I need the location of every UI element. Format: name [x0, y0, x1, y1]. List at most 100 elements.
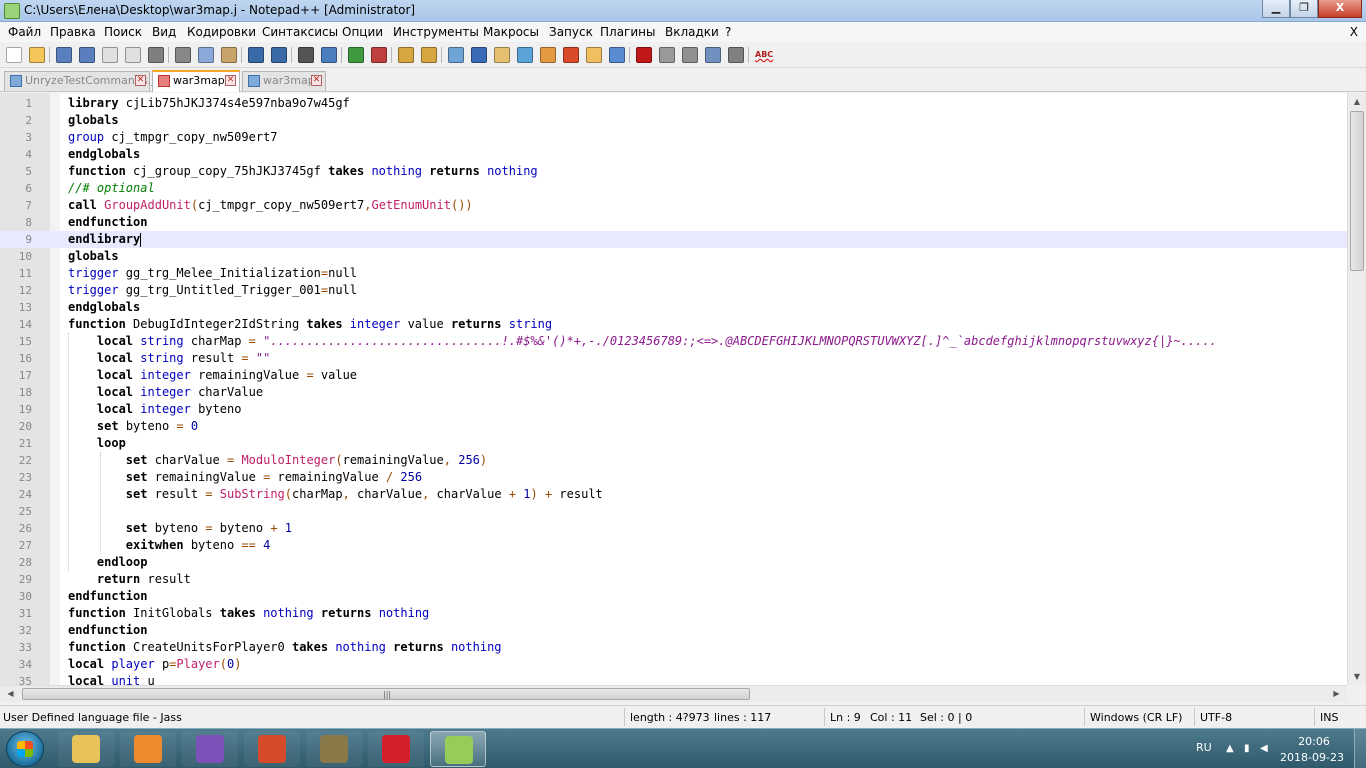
- undo-icon[interactable]: [248, 47, 264, 63]
- menu-tools[interactable]: Инструменты: [393, 25, 479, 39]
- taskbar-app[interactable]: [58, 731, 114, 767]
- scroll-right-icon[interactable]: ▶: [1328, 686, 1345, 703]
- scroll-down-icon[interactable]: ▼: [1348, 668, 1366, 685]
- code-line: 1 library cjLib75hJKJ374s4e597nba9o7w45gf: [0, 95, 1347, 112]
- file-saved-icon: [248, 75, 260, 87]
- stop-record-icon[interactable]: [659, 47, 675, 63]
- menu-settings[interactable]: Опции: [342, 25, 383, 39]
- toolbar-separator: [241, 47, 242, 63]
- scroll-up-icon[interactable]: ▲: [1348, 93, 1366, 110]
- close-document-button[interactable]: X: [1350, 25, 1358, 39]
- open-file-icon[interactable]: [29, 47, 45, 63]
- menu-macro[interactable]: Макросы: [483, 25, 539, 39]
- scroll-left-icon[interactable]: ◀: [2, 686, 19, 703]
- clock-date[interactable]: 2018-09-23: [1280, 751, 1344, 764]
- menu-search[interactable]: Поиск: [104, 25, 142, 39]
- code-token: takes: [291, 640, 329, 654]
- network-icon[interactable]: ▮: [1244, 743, 1256, 755]
- menu-run[interactable]: Запуск: [549, 25, 593, 39]
- start-button[interactable]: [6, 731, 44, 767]
- word-wrap-icon[interactable]: [448, 47, 464, 63]
- taskbar-app[interactable]: [182, 731, 238, 767]
- folder-workspace-icon[interactable]: [586, 47, 602, 63]
- zoom-out-icon[interactable]: [371, 47, 387, 63]
- zoom-in-icon[interactable]: [348, 47, 364, 63]
- code-token: 1: [523, 487, 531, 501]
- status-eol[interactable]: Windows (CR LF): [1090, 711, 1182, 724]
- show-desktop-button[interactable]: [1354, 729, 1366, 768]
- tab-close-icon[interactable]: ✕: [135, 75, 146, 86]
- code-text: trigger gg_trg_Untitled_Trigger_001=null: [68, 282, 357, 299]
- menu-encoding[interactable]: Кодировки: [187, 25, 256, 39]
- menu-help[interactable]: ?: [725, 25, 731, 39]
- horizontal-scrollbar[interactable]: ◀ ||| ▶: [0, 685, 1347, 702]
- vertical-scroll-thumb[interactable]: [1350, 111, 1364, 271]
- cut-icon[interactable]: [175, 47, 191, 63]
- code-token: set: [125, 470, 148, 484]
- user-lang-icon[interactable]: [517, 47, 533, 63]
- horizontal-scroll-thumb[interactable]: |||: [22, 688, 750, 700]
- monitoring-icon[interactable]: [609, 47, 625, 63]
- code-editor[interactable]: 1 library cjLib75hJKJ374s4e597nba9o7w45gf…: [0, 93, 1347, 685]
- redo-icon[interactable]: [271, 47, 287, 63]
- keyboard-language[interactable]: RU: [1196, 741, 1212, 754]
- tab-close-icon[interactable]: ✕: [225, 75, 236, 86]
- sync-horizontal-icon[interactable]: [421, 47, 437, 63]
- record-macro-icon[interactable]: [636, 47, 652, 63]
- save-all-icon[interactable]: [79, 47, 95, 63]
- close-all-icon[interactable]: [125, 47, 141, 63]
- taskbar-app[interactable]: [306, 731, 362, 767]
- taskbar-app[interactable]: [368, 731, 424, 767]
- line-number: 27: [18, 539, 32, 552]
- show-all-chars-icon[interactable]: [471, 47, 487, 63]
- show-hidden-icons-icon[interactable]: ▲: [1226, 743, 1238, 755]
- taskbar-app[interactable]: [244, 731, 300, 767]
- vertical-scrollbar[interactable]: ▲ ▼: [1347, 93, 1366, 685]
- copy-icon[interactable]: [198, 47, 214, 63]
- menu-plugins[interactable]: Плагины: [600, 25, 655, 39]
- menu-view[interactable]: Вид: [152, 25, 176, 39]
- run-multiple-macro-icon[interactable]: [705, 47, 721, 63]
- menu-syntax[interactable]: Синтаксисы: [262, 25, 338, 39]
- code-line: 13 endglobals: [0, 299, 1347, 316]
- doc-map-icon[interactable]: [540, 47, 556, 63]
- play-macro-icon[interactable]: [682, 47, 698, 63]
- new-file-icon[interactable]: [6, 47, 22, 63]
- status-divider: [1314, 708, 1315, 726]
- print-icon[interactable]: [148, 47, 164, 63]
- menu-edit[interactable]: Правка: [50, 25, 96, 39]
- sync-vertical-icon[interactable]: [398, 47, 414, 63]
- code-text: call GroupAddUnit(cj_tmpgr_copy_nw509ert…: [68, 197, 473, 214]
- code-token: nothing: [335, 640, 386, 654]
- spell-check-icon[interactable]: ABC: [755, 47, 777, 63]
- line-number: 14: [18, 318, 32, 331]
- menu-file[interactable]: Файл: [8, 25, 41, 39]
- code-line: 29 return result: [0, 571, 1347, 588]
- paste-icon[interactable]: [221, 47, 237, 63]
- tab-unryze-test-commands[interactable]: UnryzeTestCommands.j ✕: [4, 71, 154, 91]
- taskbar-app[interactable]: [430, 731, 486, 767]
- volume-icon[interactable]: ◀: [1260, 743, 1272, 755]
- close-window-button[interactable]: X: [1318, 0, 1362, 18]
- status-lines: lines : 117: [714, 711, 772, 724]
- menu-window[interactable]: Вкладки: [665, 25, 719, 39]
- maximize-button[interactable]: ❐: [1290, 0, 1318, 18]
- find-icon[interactable]: [298, 47, 314, 63]
- indent-guide-icon[interactable]: [494, 47, 510, 63]
- clock-time[interactable]: 20:06: [1282, 735, 1346, 748]
- tab-war3map[interactable]: war3map.j ✕: [242, 71, 326, 91]
- code-token: (: [190, 198, 199, 212]
- replace-icon[interactable]: [321, 47, 337, 63]
- function-list-icon[interactable]: [563, 47, 579, 63]
- minimize-button[interactable]: ▁: [1262, 0, 1290, 18]
- close-icon[interactable]: [102, 47, 118, 63]
- tab-close-icon[interactable]: ✕: [311, 75, 322, 86]
- save-macro-icon[interactable]: [728, 47, 744, 63]
- tab-war3map-active[interactable]: war3map.j ✕: [152, 70, 240, 92]
- taskbar-app[interactable]: [120, 731, 176, 767]
- status-insert-mode[interactable]: INS: [1320, 711, 1338, 724]
- status-encoding[interactable]: UTF-8: [1200, 711, 1232, 724]
- save-icon[interactable]: [56, 47, 72, 63]
- code-token: string: [140, 351, 184, 365]
